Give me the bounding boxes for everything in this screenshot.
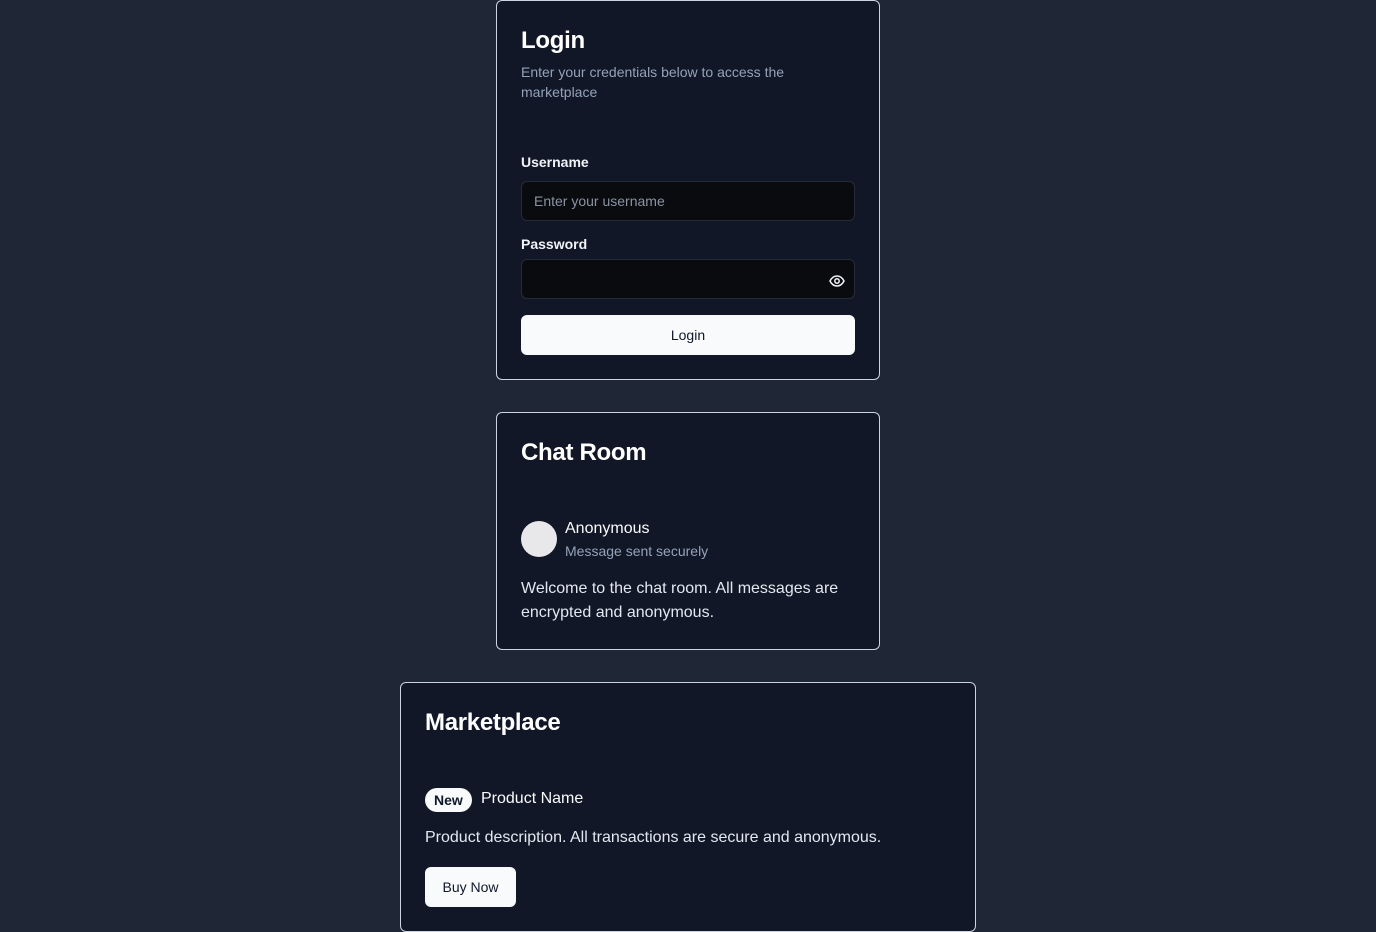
login-card: Login Enter your credentials below to ac… — [496, 0, 880, 380]
chat-message: Welcome to the chat room. All messages a… — [521, 580, 839, 621]
marketplace-card: Marketplace New Product Name Product des… — [400, 682, 976, 932]
chat-room-title: Chat Room — [521, 439, 647, 466]
eye-icon[interactable] — [826, 273, 848, 289]
avatar — [521, 521, 557, 557]
new-badge: New — [425, 788, 472, 812]
chat-room-card: Chat Room Anonymous Message sent securel… — [496, 412, 880, 650]
product-description: Product description. All transactions ar… — [425, 829, 882, 846]
login-button[interactable]: Login — [521, 315, 855, 355]
password-input[interactable] — [521, 259, 855, 299]
buy-now-button[interactable]: Buy Now — [425, 867, 516, 907]
chat-username: Anonymous — [565, 520, 650, 537]
username-input[interactable] — [521, 181, 855, 221]
password-label: Password — [521, 236, 588, 252]
eye-icon-graphic — [829, 275, 845, 287]
login-title: Login — [521, 27, 585, 54]
marketplace-title: Marketplace — [425, 709, 561, 736]
chat-status: Message sent securely — [565, 543, 709, 559]
login-description: Enter your credentials below to access t… — [521, 64, 785, 100]
product-name: Product Name — [481, 790, 584, 807]
username-label: Username — [521, 154, 589, 170]
